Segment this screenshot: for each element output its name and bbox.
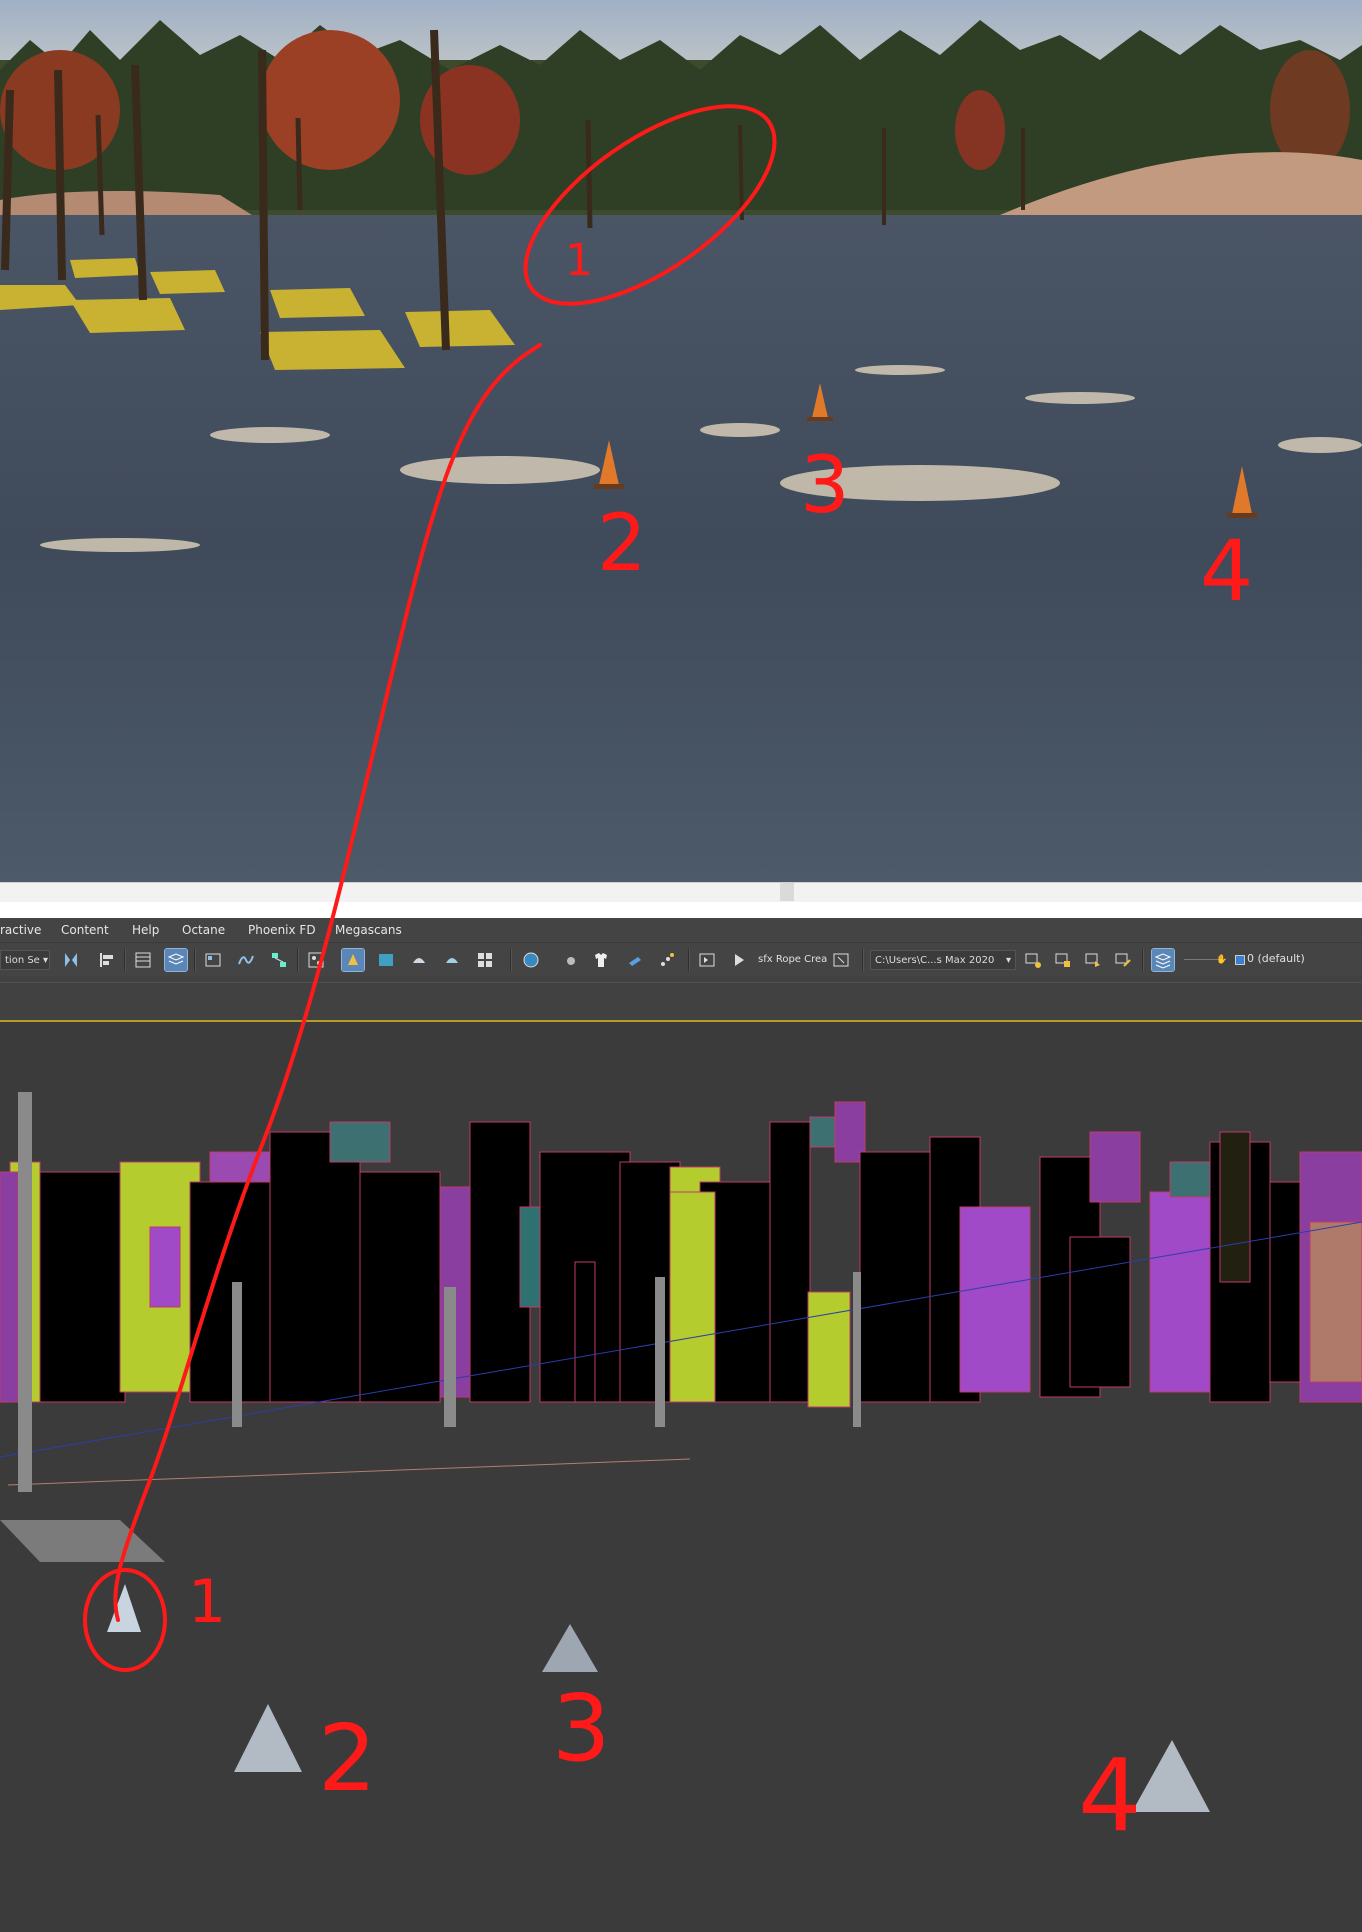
layer-color-swatch[interactable]: [1235, 955, 1245, 965]
cone-proxies: [107, 1584, 1210, 1812]
toolbar-separator: [510, 949, 512, 971]
toolbar-separator: [194, 949, 196, 971]
menu-content[interactable]: Content: [61, 923, 109, 937]
rope-tool-a-icon[interactable]: [696, 949, 718, 971]
toolbar-separator: [688, 949, 690, 971]
create-layer-icon[interactable]: [1022, 949, 1044, 971]
schematic-view-icon[interactable]: [268, 949, 290, 971]
menu-help[interactable]: Help: [132, 923, 159, 937]
tree-cards: [0, 1101, 1362, 1408]
panel-gap: [0, 902, 1362, 918]
render-view: [0, 0, 1362, 882]
render-online-icon[interactable]: [474, 949, 496, 971]
viewport-splitter[interactable]: [0, 882, 1362, 903]
material-editor-icon[interactable]: [305, 949, 327, 971]
mirror-icon[interactable]: [60, 949, 82, 971]
main-toolbar: tion Se ▾ sfx Rope Crea C:\Users\C...s M…: [0, 942, 1362, 978]
toolbar-separator: [297, 949, 299, 971]
hair-icon[interactable]: [624, 949, 646, 971]
curve-editor-icon[interactable]: [235, 949, 257, 971]
rope-icon[interactable]: [728, 949, 750, 971]
environment-icon[interactable]: [520, 949, 542, 971]
ribbon-panel: [0, 976, 1362, 1022]
selection-set-dropdown[interactable]: tion Se ▾: [0, 950, 50, 970]
perspective-viewport[interactable]: [0, 1022, 1362, 1932]
ground-plane-proxy: [0, 1520, 165, 1562]
rope-tool-b-icon[interactable]: [830, 949, 852, 971]
helper-line-tan: [7, 1458, 691, 1486]
add-to-layer-icon[interactable]: [1052, 949, 1074, 971]
render-setup-icon[interactable]: [341, 948, 365, 972]
layer-manager-icon[interactable]: [1151, 948, 1175, 972]
toolbar-separator: [1142, 949, 1144, 971]
project-path-value: C:\Users\C...s Max 2020: [875, 955, 995, 966]
menu-interactive[interactable]: ractive: [0, 923, 41, 937]
rendered-frame-icon[interactable]: [375, 949, 397, 971]
cloth-icon[interactable]: [590, 949, 612, 971]
render-scene: [0, 0, 1362, 882]
menu-phoenix-fd[interactable]: Phoenix FD: [248, 923, 316, 937]
layer-explorer-icon[interactable]: [164, 948, 188, 972]
toolbar-separator: [124, 949, 126, 971]
toolbar-separator: [862, 949, 864, 971]
menu-bar: ractive Content Help Octane Phoenix FD M…: [0, 918, 1362, 942]
current-layer-label[interactable]: 0 (default): [1247, 952, 1305, 965]
rope-tool-label[interactable]: sfx Rope Crea: [758, 954, 827, 965]
toggle-ribbon-icon[interactable]: [202, 949, 224, 971]
sphere-icon[interactable]: [560, 949, 582, 971]
scene-explorer-icon[interactable]: [132, 949, 154, 971]
ribbon-divider: [0, 982, 1362, 983]
menu-octane[interactable]: Octane: [182, 923, 225, 937]
menu-megascans[interactable]: Megascans: [335, 923, 402, 937]
chevron-down-icon: ▾: [1005, 955, 1011, 966]
splitter-handle[interactable]: [780, 883, 794, 901]
viewport-scene: [0, 1092, 1362, 1812]
layer-props-icon[interactable]: [1112, 949, 1134, 971]
selection-set-value: tion Se: [5, 955, 40, 966]
align-icon[interactable]: [96, 949, 118, 971]
render-iterative-icon[interactable]: [441, 949, 463, 971]
select-in-layer-icon[interactable]: [1082, 949, 1104, 971]
render-icon[interactable]: [408, 949, 430, 971]
particle-icon[interactable]: [656, 949, 678, 971]
layer-visibility-line: [1184, 959, 1220, 960]
project-path-dropdown[interactable]: C:\Users\C...s Max 2020 ▾: [870, 950, 1016, 970]
freeze-icon[interactable]: ✋: [1216, 955, 1227, 965]
